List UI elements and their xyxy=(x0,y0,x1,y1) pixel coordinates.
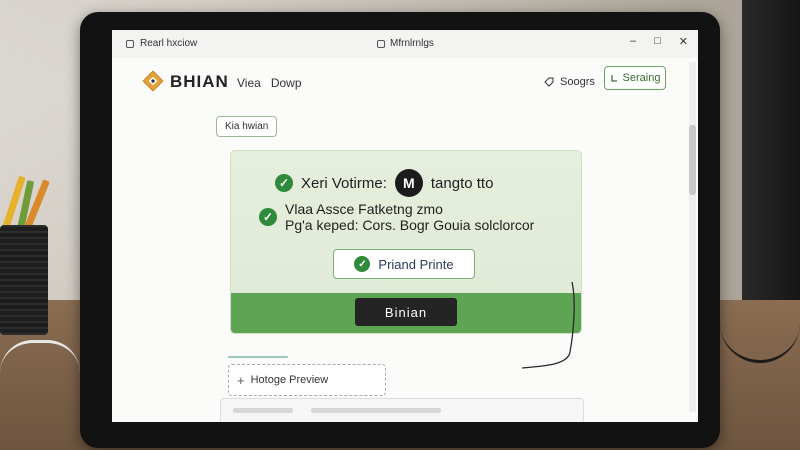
window-title-text: Rearl hxciow xyxy=(140,38,198,49)
preview-label: Hotoge Preview xyxy=(250,374,329,386)
card-row2-line1: Vlaa Assce Fatketng zmo xyxy=(285,201,443,217)
maximize-button[interactable]: □ xyxy=(654,35,661,48)
brand-name[interactable]: BHIAN xyxy=(170,72,229,92)
nav-item-dowp[interactable]: Dowp xyxy=(271,76,302,90)
piano-badge-icon: M xyxy=(394,169,423,197)
minimize-button[interactable]: – xyxy=(630,35,636,48)
card-row2-line2: Pg'a keped: Cors. Bogr Gouia solclorcor xyxy=(285,217,535,233)
placeholder-line xyxy=(233,408,293,413)
check-icon: ✓ xyxy=(354,256,371,272)
nav-item-view[interactable]: Viea xyxy=(237,76,261,90)
card-row-details: ✓ Vlaa Assce Fatketng zmo Pg'a keped: Co… xyxy=(259,201,534,233)
window-app-icon xyxy=(126,39,134,48)
card-row2-text: Vlaa Assce Fatketng zmo Pg'a keped: Cors… xyxy=(285,201,534,233)
window-controls: – □ ✕ xyxy=(630,35,688,48)
preview-accent-line xyxy=(228,356,288,358)
header-action-label: Seraing xyxy=(622,72,661,84)
pen-stroke-annotation xyxy=(521,281,575,369)
window-center-text: Mfrnlrnlgs xyxy=(390,38,434,49)
print-button-label: Priand Printe xyxy=(378,256,454,272)
diamond-logo-icon[interactable] xyxy=(142,70,164,92)
tag-icon xyxy=(544,77,554,87)
close-button[interactable]: ✕ xyxy=(679,35,688,48)
window-title-left: Rearl hxciow xyxy=(126,38,197,49)
check-icon: ✓ xyxy=(275,174,293,192)
speaker xyxy=(742,0,800,300)
arrow-icon xyxy=(610,74,617,82)
window-tab-icon xyxy=(377,39,385,48)
laptop-screen: Rearl hxciow Mfrnlrnlgs – □ ✕ BHIAN Viea… xyxy=(112,30,698,422)
bottom-panel xyxy=(220,398,584,422)
print-button[interactable]: ✓ Priand Printe xyxy=(333,249,475,279)
pencil-cup xyxy=(0,225,48,335)
scrollbar-track[interactable] xyxy=(689,62,696,412)
app-header: BHIAN Viea Dowp Soogrs Seraing xyxy=(112,60,698,106)
primary-button[interactable]: Binian xyxy=(355,298,457,326)
search-link[interactable]: Soogrs xyxy=(544,76,595,88)
window-titlebar: Rearl hxciow Mfrnlrnlgs – □ ✕ xyxy=(112,30,698,58)
card-row1-suffix: tangto tto xyxy=(430,174,494,192)
window-title-center: Mfrnlrnlgs xyxy=(377,38,434,49)
placeholder-line xyxy=(311,408,441,413)
scrollbar-thumb[interactable] xyxy=(689,125,696,195)
card-row-volume: ✓ Xeri Votirme: M tangto tto xyxy=(275,169,493,197)
check-icon: ✓ xyxy=(259,208,277,226)
storage-preview-button[interactable]: + Hotoge Preview xyxy=(228,364,386,396)
card-row1-text: Xeri Votirme: xyxy=(301,174,387,192)
header-action-button[interactable]: Seraing xyxy=(604,66,666,90)
context-chip[interactable]: Kia hwian xyxy=(216,116,278,137)
top-nav: Viea Dowp xyxy=(237,76,302,90)
plus-icon: + xyxy=(237,372,245,388)
search-link-label: Soogrs xyxy=(560,76,595,88)
